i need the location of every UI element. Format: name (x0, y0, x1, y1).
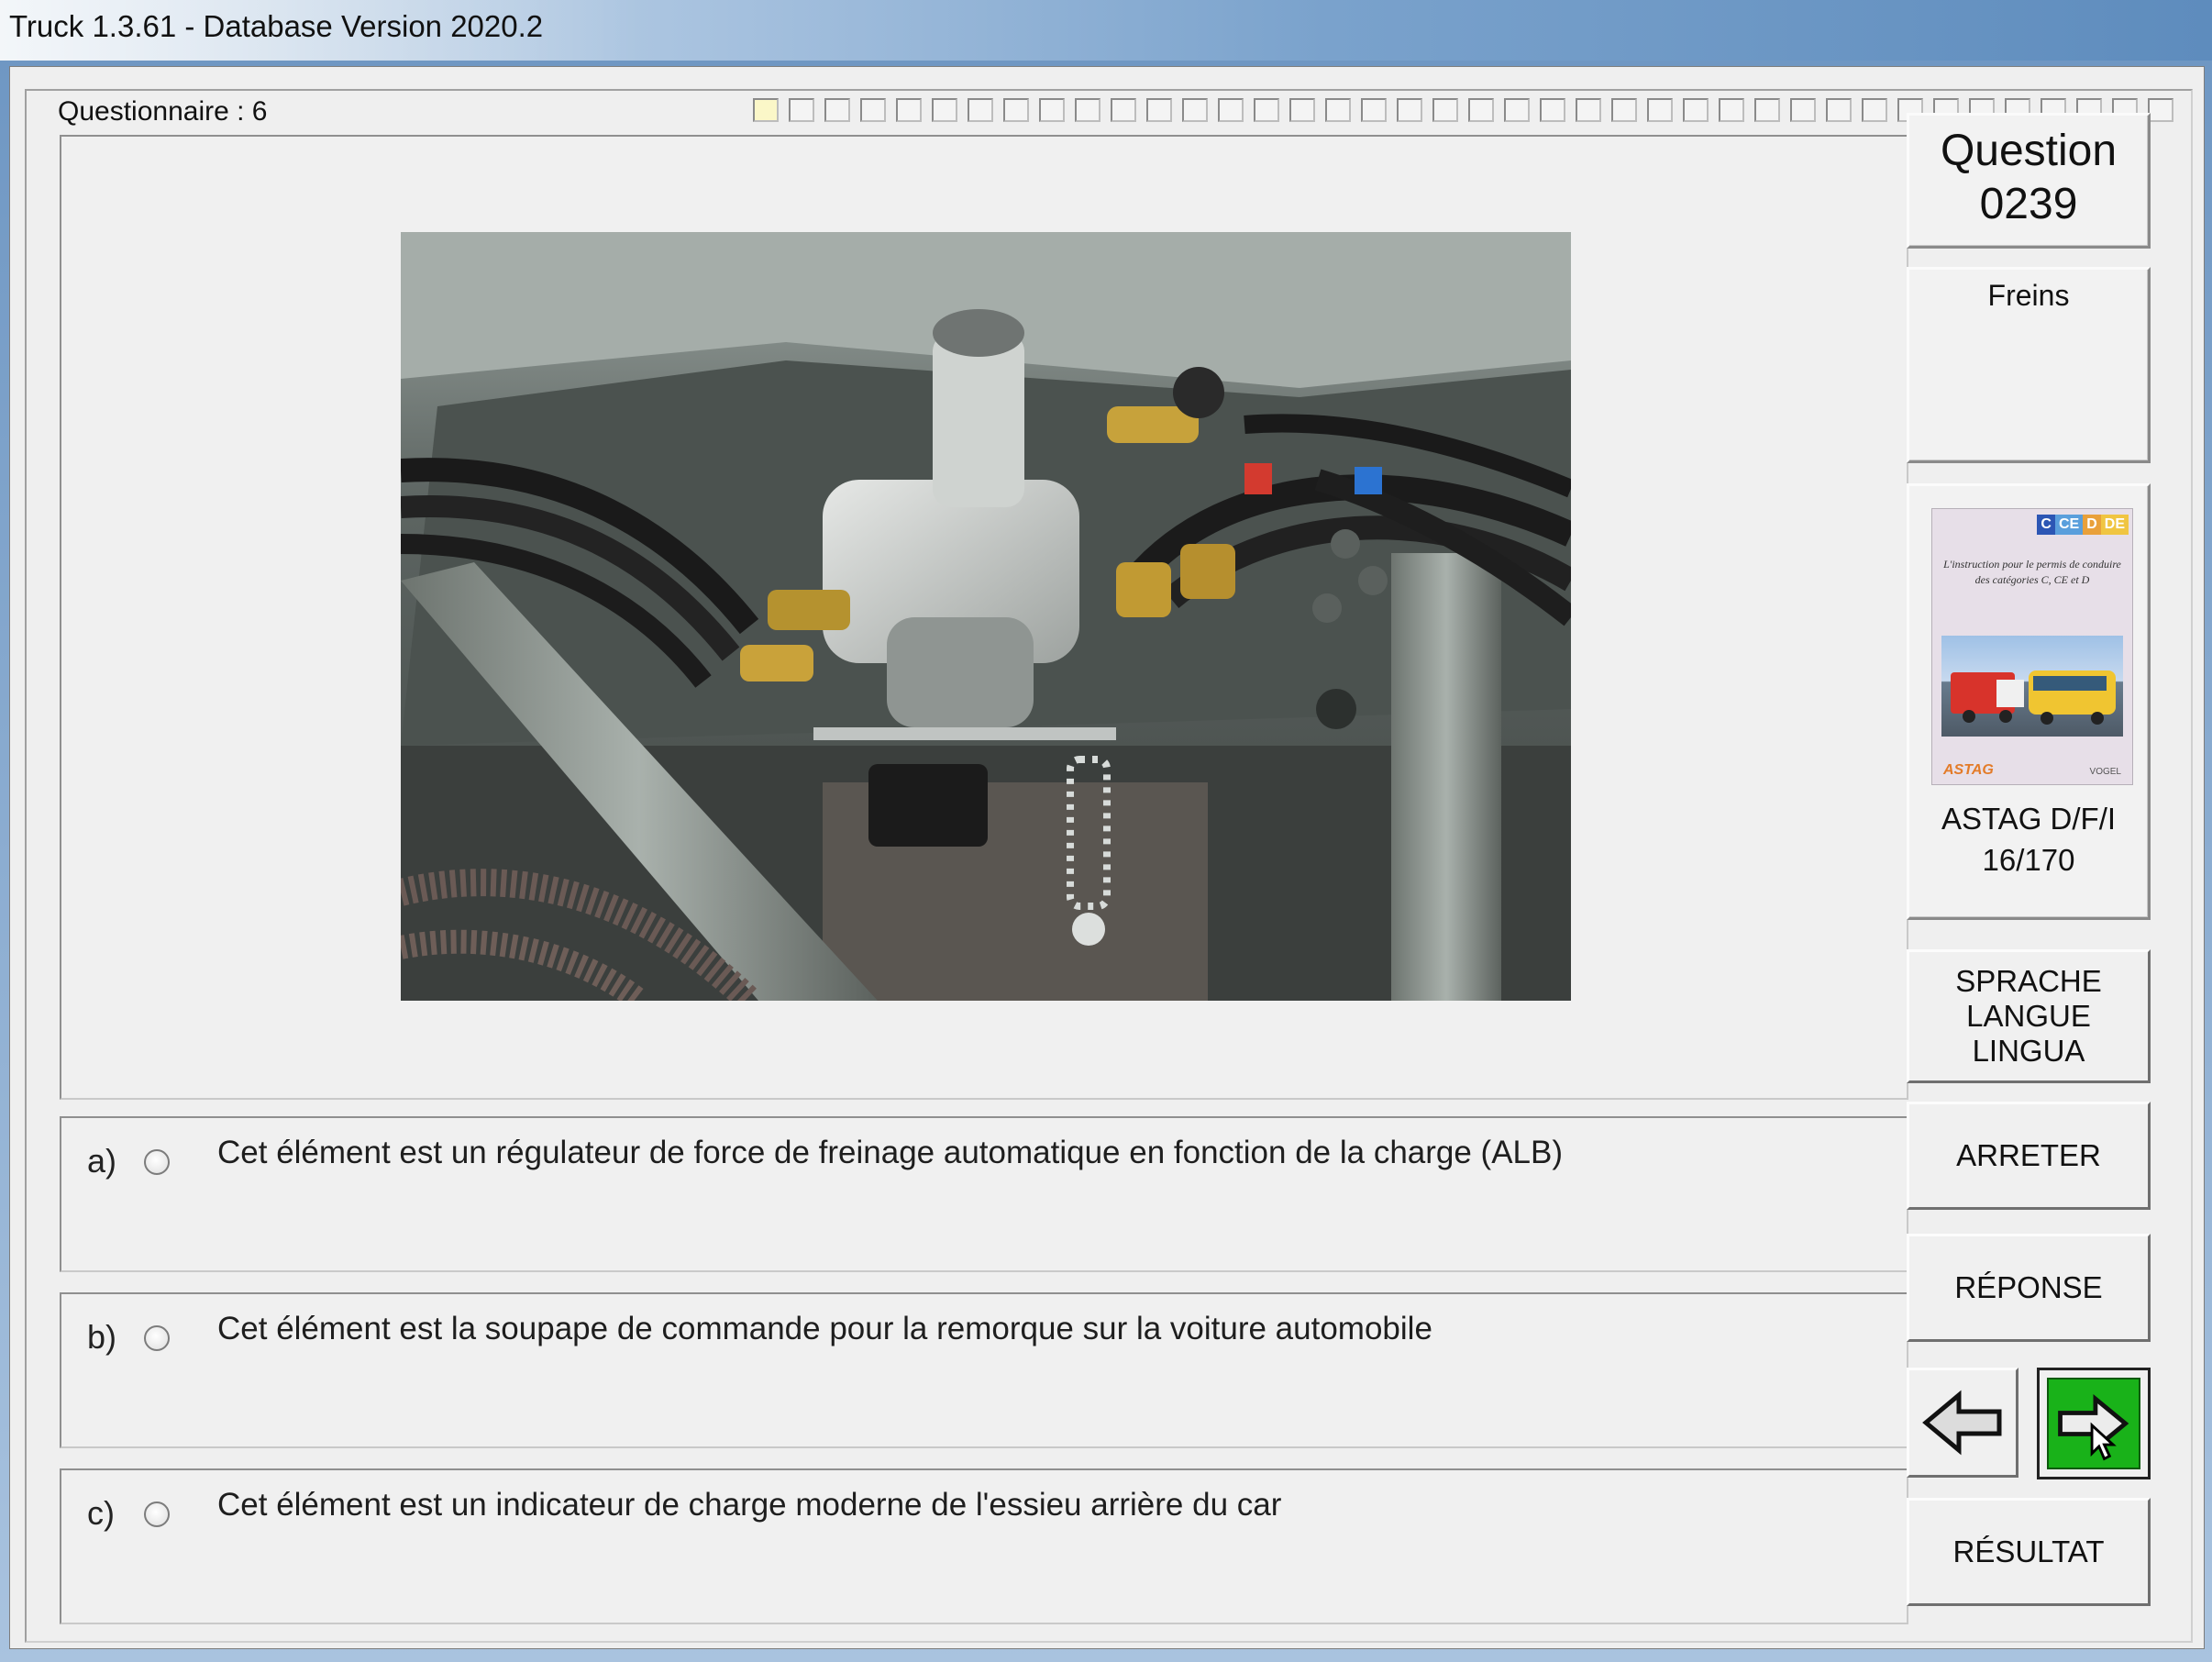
questionnaire-group: Questionnaire : 6 a) Cet élément est un … (25, 89, 2193, 1643)
question-label: Question (1940, 127, 2118, 175)
answer-c-radio[interactable] (144, 1501, 170, 1527)
question-number: 0239 (1979, 180, 2078, 228)
progress-cell (1468, 98, 1494, 122)
language-label-de: SPRACHE (1955, 964, 2102, 998)
answer-a-text: Cet élément est un régulateur de force d… (217, 1135, 1564, 1170)
progress-cell (1218, 98, 1244, 122)
progress-cell (1826, 98, 1852, 122)
progress-cell (824, 98, 850, 122)
result-button-label: RÉSULTAT (1952, 1535, 2105, 1568)
answer-c-text: Cet élément est un indicateur de charge … (217, 1487, 1282, 1523)
book-cover: C CE D DE L'instruction pour le permis d… (1931, 508, 2133, 785)
book-logo-astag: ASTAG (1943, 762, 1994, 778)
progress-cell (1432, 98, 1458, 122)
answer-a-letter: a) (87, 1142, 117, 1180)
progress-cell (1754, 98, 1780, 122)
answer-b-letter: b) (87, 1318, 117, 1356)
language-label-it: LINGUA (1972, 1034, 2085, 1068)
progress-cell (1540, 98, 1565, 122)
answer-b-text: Cet élément est la soupape de commande p… (217, 1311, 1432, 1346)
answer-a: a) Cet élément est un régulateur de forc… (60, 1116, 1908, 1272)
language-button[interactable]: SPRACHE LANGUE LINGUA (1907, 949, 2151, 1083)
questionnaire-label: Questionnaire : 6 (52, 96, 273, 127)
result-button[interactable]: RÉSULTAT (1907, 1498, 2151, 1606)
progress-cell (1003, 98, 1029, 122)
progress-cell (1397, 98, 1422, 122)
progress-cell (1146, 98, 1172, 122)
arrow-right-icon (2058, 1394, 2129, 1461)
progress-cell (1075, 98, 1100, 122)
progress-cell (1790, 98, 1816, 122)
title-bar: Truck 1.3.61 - Database Version 2020.2 (0, 0, 2212, 61)
category-box: Freins (1907, 267, 2151, 463)
progress-cell (1719, 98, 1744, 122)
stop-button-label: ARRETER (1956, 1138, 2101, 1172)
category-label: Freins (1987, 279, 2070, 312)
arrow-left-icon (1922, 1390, 2002, 1456)
progress-cell (1683, 98, 1709, 122)
progress-cell (789, 98, 814, 122)
client-area: Questionnaire : 6 a) Cet élément est un … (9, 66, 2205, 1649)
progress-cell (1504, 98, 1530, 122)
source-box: C CE D DE L'instruction pour le permis d… (1907, 483, 2151, 920)
next-button-background (2047, 1378, 2140, 1469)
source-line-1: ASTAG D/F/I (1941, 802, 2117, 836)
progress-cell (1361, 98, 1387, 122)
progress-cell (1254, 98, 1279, 122)
progress-cell (860, 98, 886, 122)
book-subtitle: L'instruction pour le permis de conduire… (1943, 558, 2121, 586)
progress-cell (968, 98, 993, 122)
question-number-box: Question 0239 (1907, 113, 2151, 249)
progress-cell (1611, 98, 1637, 122)
book-logo-vogel: VOGEL (2089, 767, 2121, 777)
truck-bus-icon (1951, 670, 2116, 725)
next-question-button[interactable] (2037, 1368, 2151, 1479)
book-truck-image (1941, 636, 2123, 737)
progress-cell (896, 98, 922, 122)
answer-c: c) Cet élément est un indicateur de char… (60, 1468, 1908, 1624)
previous-question-button[interactable] (1907, 1368, 2018, 1478)
progress-cell (1647, 98, 1673, 122)
answer-b: b) Cet élément est la soupape de command… (60, 1292, 1908, 1448)
image-panel (60, 135, 1908, 1100)
progress-cell (932, 98, 957, 122)
book-tag-ce: CE (2054, 515, 2084, 535)
window-title: Truck 1.3.61 - Database Version 2020.2 (9, 9, 544, 43)
stop-button[interactable]: ARRETER (1907, 1102, 2151, 1210)
brake-valve-photo-icon (401, 232, 1571, 1001)
answer-c-letter: c) (87, 1494, 115, 1532)
progress-cell (753, 98, 779, 122)
response-button-label: RÉPONSE (1954, 1270, 2103, 1304)
book-tag-de: DE (2100, 515, 2129, 535)
question-photo (401, 232, 1571, 1001)
language-label-fr: LANGUE (1966, 999, 2091, 1033)
progress-cell (1325, 98, 1351, 122)
progress-cell (2148, 98, 2173, 122)
progress-cell (1289, 98, 1315, 122)
progress-cell (1862, 98, 1887, 122)
answer-a-radio[interactable] (144, 1149, 170, 1175)
response-button[interactable]: RÉPONSE (1907, 1234, 2151, 1342)
book-category-tags: C CE D DE (2037, 515, 2129, 535)
answer-b-radio[interactable] (144, 1325, 170, 1351)
source-reference: ASTAG D/F/I 16/170 (1909, 798, 2148, 881)
progress-cell (1111, 98, 1136, 122)
progress-cell (1039, 98, 1065, 122)
progress-cell (1576, 98, 1601, 122)
progress-cell (1182, 98, 1208, 122)
book-tag-d: D (2083, 515, 2101, 535)
book-tag-c: C (2037, 515, 2055, 535)
source-line-2: 16/170 (1982, 843, 2075, 877)
